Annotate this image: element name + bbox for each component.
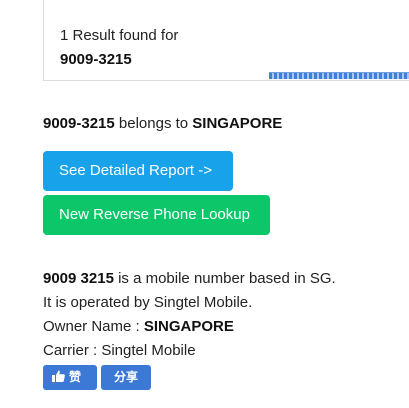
page: 1 Result found for 9009-3215 9009-3215 b…: [0, 0, 409, 408]
owner-line: Owner Name : SINGAPORE: [43, 318, 234, 335]
belongs-text: belongs to: [114, 115, 193, 132]
like-label: 赞: [69, 370, 82, 384]
result-number: 9009-3215: [60, 51, 132, 68]
belongs-line: 9009-3215 belongs to SINGAPORE: [43, 115, 282, 132]
like-button[interactable]: 赞: [43, 365, 97, 390]
owner-label: Owner Name :: [43, 318, 144, 335]
belongs-country: SINGAPORE: [192, 115, 283, 132]
owner-value: SINGAPORE: [143, 318, 234, 335]
thumbs-up-icon: [52, 370, 65, 382]
result-box: 1 Result found for 9009-3215: [43, 0, 409, 81]
new-lookup-button[interactable]: New Reverse Phone Lookup: [43, 195, 270, 235]
mobile-info-line: 9009 3215 is a mobile number based in SG…: [43, 270, 336, 287]
operator-line: It is operated by Singtel Mobile.: [43, 294, 253, 311]
detailed-report-button[interactable]: See Detailed Report ->: [43, 151, 233, 191]
info-mobile-text: is a mobile number based in SG.: [113, 270, 336, 287]
progress-strip: [269, 72, 409, 79]
belongs-number: 9009-3215: [43, 115, 115, 132]
carrier-line: Carrier : Singtel Mobile: [43, 342, 196, 359]
result-count-text: 1 Result found for: [60, 27, 179, 44]
info-number: 9009 3215: [43, 270, 114, 287]
share-button[interactable]: 分享: [101, 365, 151, 390]
